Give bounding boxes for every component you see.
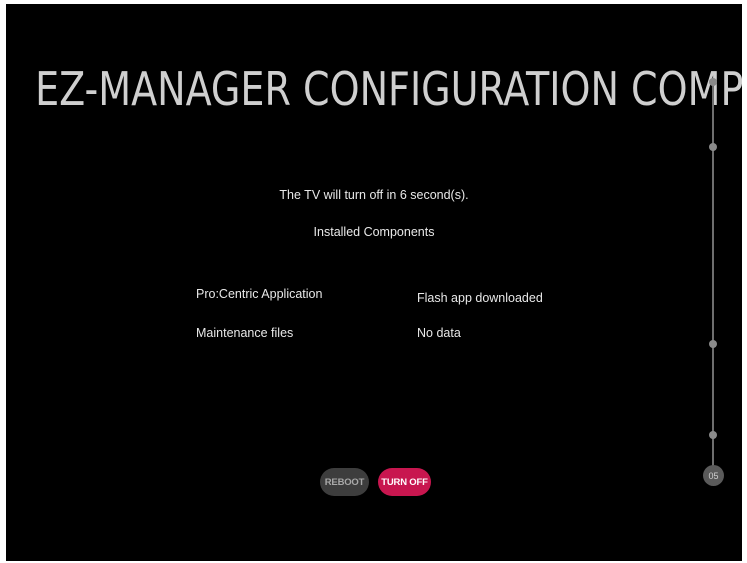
tv-screen: EZ-MANAGER CONFIGURATION COMPLETE The TV… [6,4,742,561]
component-status: Flash app downloaded [417,291,543,305]
component-status: No data [417,326,461,340]
current-step-indicator: 05 [703,465,724,486]
component-name: Maintenance files [196,326,294,340]
reboot-button[interactable]: REBOOT [320,468,369,496]
installed-components-heading: Installed Components [313,225,435,239]
step-dot [709,431,717,439]
step-dot [709,340,717,348]
component-name: Pro:Centric Application [196,287,323,301]
stepper-line [712,80,714,470]
countdown-message: The TV will turn off in 6 second(s). [279,188,469,202]
page-title: EZ-MANAGER CONFIGURATION COMPLETE [35,62,742,116]
step-dot [709,78,717,86]
turn-off-button[interactable]: TURN OFF [378,468,431,496]
step-dot [709,143,717,151]
